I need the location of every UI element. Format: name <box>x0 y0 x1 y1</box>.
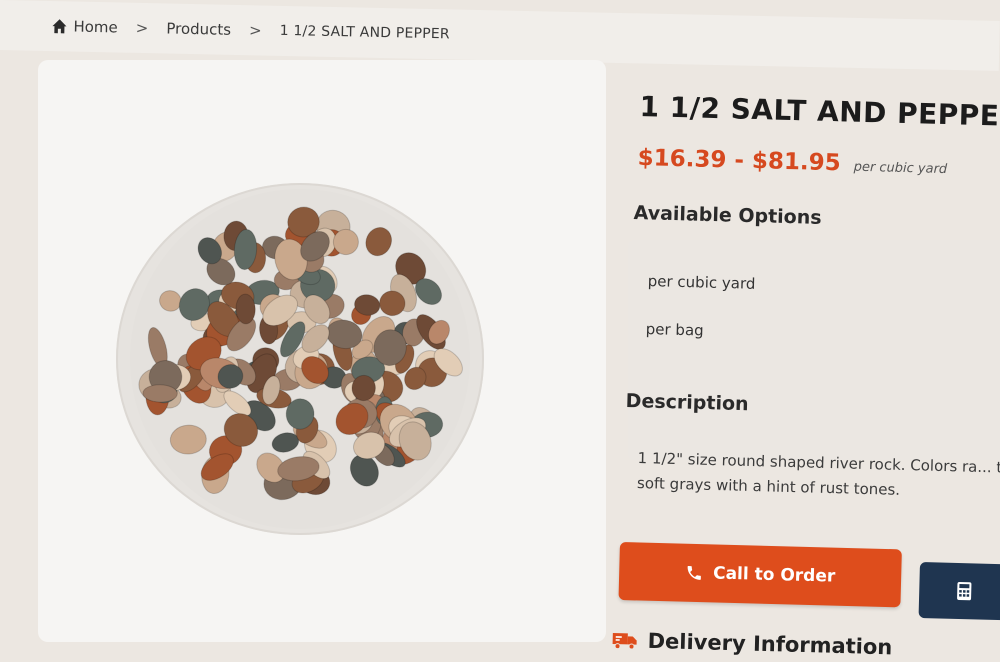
product-title: 1 1/2 SALT AND PEPPER <box>639 90 1000 133</box>
description-heading: Description <box>625 390 749 416</box>
truck-icon <box>612 633 637 650</box>
delivery-label: Delivery Information <box>647 628 893 660</box>
phone-icon <box>687 566 701 580</box>
option-per-bag[interactable]: per bag <box>646 320 704 340</box>
product-image[interactable] <box>116 183 484 535</box>
call-to-order-button[interactable]: Call to Order <box>618 542 902 608</box>
gravel-stone <box>351 374 376 402</box>
breadcrumb-home[interactable]: Home <box>51 17 118 36</box>
breadcrumb-home-label: Home <box>73 17 118 37</box>
gravel-stone <box>142 384 178 403</box>
calculator-button[interactable] <box>918 562 1000 621</box>
description-text: 1 1/2" size round shaped river rock. Col… <box>636 448 1000 499</box>
gravel-photo <box>130 189 470 529</box>
gravel-stone <box>235 293 256 325</box>
gravel-stone <box>332 228 359 256</box>
options-heading: Available Options <box>633 202 822 229</box>
option-per-cubic-yard[interactable]: per cubic yard <box>648 272 756 293</box>
price-unit: per cubic yard <box>853 159 948 178</box>
call-to-order-label: Call to Order <box>712 563 836 587</box>
breadcrumb-current: 1 1/2 SALT AND PEPPER <box>279 22 450 43</box>
breadcrumb-separator: > <box>135 18 149 38</box>
breadcrumb-separator: > <box>248 21 262 40</box>
home-icon <box>52 19 67 34</box>
price-range: $16.39 - $81.95 <box>637 145 842 177</box>
product-info: 1 1/2 SALT AND PEPPER $16.39 - $81.95 pe… <box>612 90 1000 662</box>
calculator-icon <box>957 582 972 601</box>
breadcrumb-products[interactable]: Products <box>166 19 231 38</box>
price-row: $16.39 - $81.95 per cubic yard <box>637 145 947 179</box>
delivery-information[interactable]: Delivery Information <box>611 628 893 660</box>
